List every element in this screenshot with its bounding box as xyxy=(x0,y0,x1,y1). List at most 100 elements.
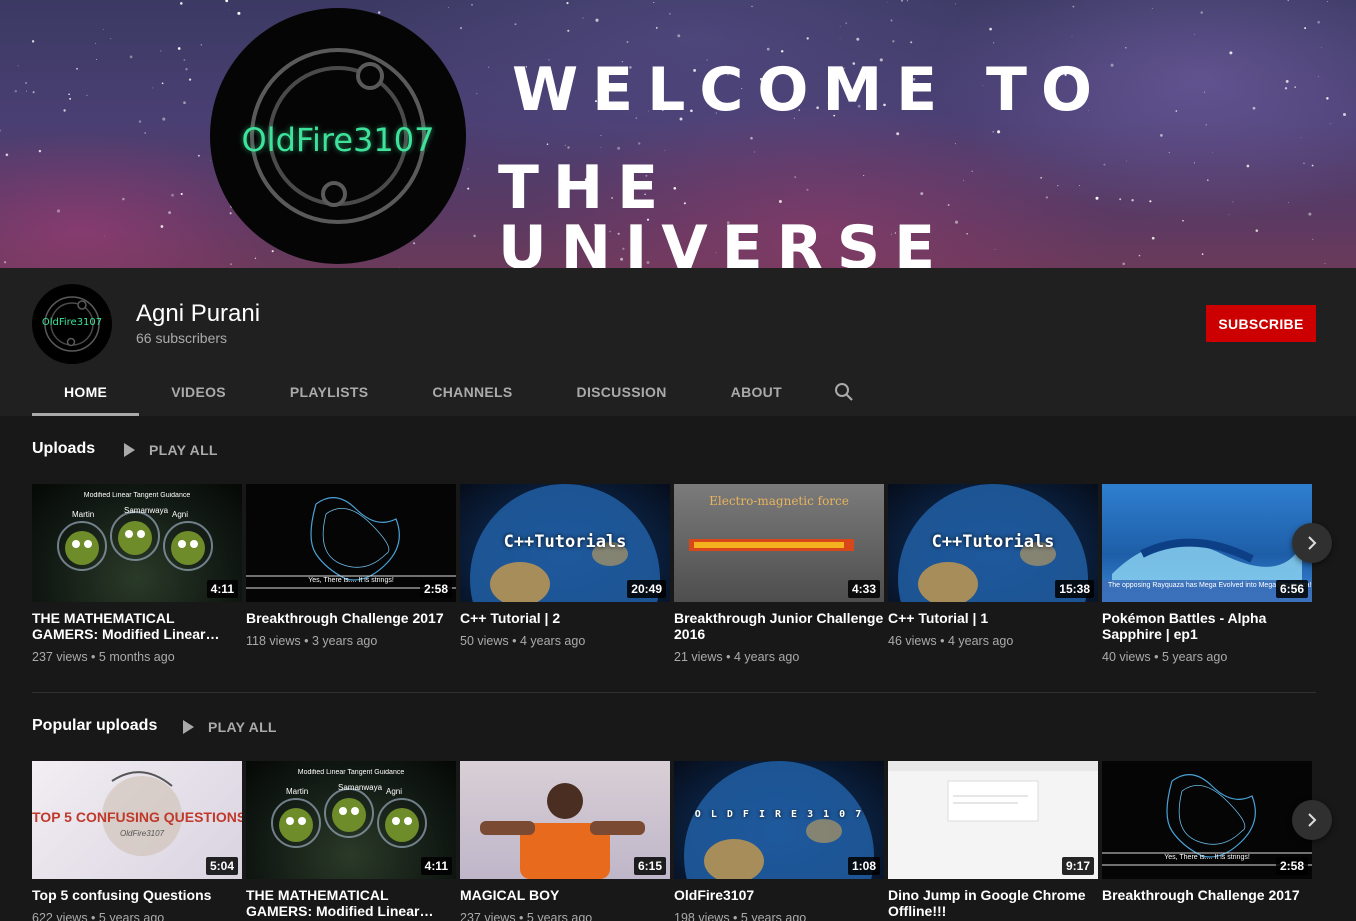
star-dot xyxy=(546,143,549,145)
video-thumbnail[interactable]: Electro-magnetic force 4:33 xyxy=(674,484,884,602)
star-dot xyxy=(1071,36,1073,38)
star-dot xyxy=(183,59,186,61)
video-title[interactable]: THE MATHEMATICAL GAMERS: Modified Linear… xyxy=(32,610,242,642)
thumbnail-subcaption: OldFire3107 xyxy=(120,829,165,838)
star-dot xyxy=(1131,199,1134,202)
video-title[interactable]: C++ Tutorial | 1 xyxy=(888,610,1098,626)
star-dot xyxy=(669,13,671,15)
video-title[interactable]: Breakthrough Challenge 2017 xyxy=(246,610,456,626)
star-dot xyxy=(102,28,104,30)
uploads-row: Modified Linear Tangent Guidance Martin Sa… xyxy=(32,484,1312,684)
video-card[interactable]: Yes, There is.... It is strings! 2:58 Brea… xyxy=(1102,761,1312,903)
star-dot xyxy=(1246,164,1250,168)
tab-discussion[interactable]: DISCUSSION xyxy=(545,368,699,416)
video-title[interactable]: MAGICAL BOY xyxy=(460,887,670,903)
channel-banner: OldFire3107 WELCOME TO THE UNIVERSE xyxy=(0,0,1356,268)
star-dot xyxy=(180,2,183,5)
subscribe-button[interactable]: SUBSCRIBE xyxy=(1206,305,1316,342)
star-dot xyxy=(564,144,566,146)
video-thumbnail[interactable]: C++Tutorials 15:38 xyxy=(888,484,1098,602)
tab-home[interactable]: HOME xyxy=(32,368,140,416)
video-title[interactable]: THE MATHEMATICAL GAMERS: Modified Linear… xyxy=(246,887,456,919)
video-meta: 46 views • 4 years ago xyxy=(888,634,1014,648)
star-dot xyxy=(31,40,35,43)
thumbnail-name: Agni xyxy=(386,787,403,796)
star-dot xyxy=(1126,160,1127,162)
star-dot xyxy=(1072,5,1075,8)
thumbnail-name: Agni xyxy=(172,510,189,519)
star-dot xyxy=(1203,91,1206,93)
uploads-next-arrow[interactable] xyxy=(1292,523,1332,563)
star-dot xyxy=(626,41,629,43)
tab-about[interactable]: ABOUT xyxy=(699,368,814,416)
tab-channels[interactable]: CHANNELS xyxy=(400,368,544,416)
video-thumbnail[interactable]: The opposing Rayquaza has Mega Evolved i… xyxy=(1102,484,1312,602)
star-dot xyxy=(766,47,770,51)
star-dot xyxy=(1232,201,1234,203)
video-thumbnail[interactable]: Modified Linear Tangent Guidance Martin Sa… xyxy=(32,484,242,602)
video-duration: 6:56 xyxy=(1275,580,1308,598)
star-dot xyxy=(1342,112,1347,117)
star-dot xyxy=(856,37,860,41)
video-thumbnail[interactable]: Yes, There is.... It is strings! 2:58 xyxy=(246,484,456,602)
play-icon xyxy=(124,443,135,457)
video-card[interactable]: Modified Linear Tangent Guidance Martin Sa… xyxy=(32,484,242,664)
video-title[interactable]: Pokémon Battles - Alpha Sapphire | ep1 xyxy=(1102,610,1312,642)
video-title[interactable]: Breakthrough Challenge 2017 xyxy=(1102,887,1312,903)
video-thumbnail[interactable]: TOP 5 CONFUSING QUESTIONS OldFire3107 5:04 xyxy=(32,761,242,879)
thumbnail-caption: Modified Linear Tangent Guidance xyxy=(83,492,191,499)
video-thumbnail[interactable]: Yes, There is.... It is strings! 2:58 xyxy=(1102,761,1312,879)
video-thumbnail[interactable]: O L D F I R E 3 1 0 7 1:08 xyxy=(674,761,884,879)
star-dot xyxy=(1205,123,1208,126)
star-dot xyxy=(1287,202,1289,204)
video-thumbnail[interactable]: C++Tutorials 20:49 xyxy=(460,484,670,602)
popular-play-all-button[interactable]: PLAY ALL xyxy=(183,719,277,735)
star-dot xyxy=(1160,134,1163,137)
video-title[interactable]: C++ Tutorial | 2 xyxy=(460,610,670,626)
shelf-divider xyxy=(32,692,1316,693)
channel-avatar[interactable]: OldFire3107 xyxy=(32,284,112,364)
star-dot xyxy=(1303,162,1305,165)
video-duration: 4:33 xyxy=(847,580,880,598)
star-dot xyxy=(467,168,469,170)
star-dot xyxy=(1284,87,1288,90)
thumbnail-caption: O L D F I R E 3 1 0 7 xyxy=(694,809,864,820)
video-card[interactable]: 9:17 Dino Jump in Google Chrome Offline!!… xyxy=(888,761,1098,919)
star-dot xyxy=(1151,236,1155,240)
thumbnail-name: Martin xyxy=(286,787,309,796)
video-card[interactable]: O L D F I R E 3 1 0 7 1:08 OldFire3107 198 … xyxy=(674,761,884,921)
star-dot xyxy=(567,146,570,149)
video-card[interactable]: Electro-magnetic force 4:33 Breakthrough J… xyxy=(674,484,884,664)
video-card[interactable]: Modified Linear Tangent Guidance Martin Sa… xyxy=(246,761,456,921)
video-thumbnail[interactable]: 6:15 xyxy=(460,761,670,879)
video-title[interactable]: Top 5 confusing Questions xyxy=(32,887,242,903)
video-title[interactable]: OldFire3107 xyxy=(674,887,884,903)
video-card[interactable]: C++Tutorials 15:38 C++ Tutorial | 1 46 view… xyxy=(888,484,1098,648)
uploads-play-all-button[interactable]: PLAY ALL xyxy=(124,442,218,458)
video-card[interactable]: The opposing Rayquaza has Mega Evolved i… xyxy=(1102,484,1312,664)
popular-next-arrow[interactable] xyxy=(1292,800,1332,840)
video-thumbnail[interactable]: 9:17 xyxy=(888,761,1098,879)
video-thumbnail[interactable]: Modified Linear Tangent Guidance Martin Sa… xyxy=(246,761,456,879)
video-title[interactable]: Dino Jump in Google Chrome Offline!!! xyxy=(888,887,1098,919)
video-card[interactable]: C++Tutorials 20:49 C++ Tutorial | 2 50 view… xyxy=(460,484,670,648)
popular-shelf-title[interactable]: Popular uploads xyxy=(32,717,157,735)
video-card[interactable]: TOP 5 CONFUSING QUESTIONS OldFire3107 5:04… xyxy=(32,761,242,921)
star-dot xyxy=(38,149,42,153)
star-dot xyxy=(17,65,19,67)
video-title[interactable]: Breakthrough Junior Challenge 2016 xyxy=(674,610,884,642)
video-card[interactable]: 6:15 MAGICAL BOY 237 views • 5 years ago xyxy=(460,761,670,921)
star-dot xyxy=(582,17,584,19)
uploads-shelf-title[interactable]: Uploads xyxy=(32,440,95,458)
star-dot xyxy=(890,19,893,22)
star-dot xyxy=(1285,79,1289,83)
star-dot xyxy=(993,42,995,44)
tab-playlists[interactable]: PLAYLISTS xyxy=(258,368,400,416)
chevron-right-icon xyxy=(1308,813,1317,827)
star-dot xyxy=(1182,219,1184,222)
star-dot xyxy=(1304,27,1307,30)
search-icon[interactable] xyxy=(814,368,874,416)
star-dot xyxy=(1119,198,1122,201)
video-card[interactable]: Yes, There is.... It is strings! 2:58 Brea… xyxy=(246,484,456,648)
tab-videos[interactable]: VIDEOS xyxy=(139,368,258,416)
